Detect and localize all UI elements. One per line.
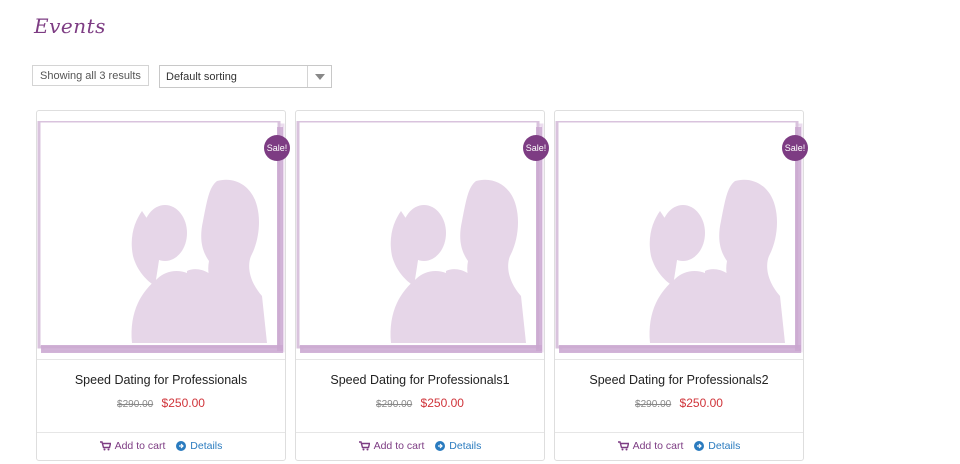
price-row: $290.00 $250.00 <box>37 396 285 410</box>
sale-badge: Sale! <box>782 135 808 161</box>
add-to-cart-button[interactable]: Add to cart <box>617 440 683 452</box>
product-title[interactable]: Speed Dating for Professionals1 <box>296 373 544 387</box>
product-actions: Add to cart Details <box>555 440 803 454</box>
cart-icon <box>99 441 111 451</box>
price-row: $290.00 $250.00 <box>296 396 544 410</box>
product-actions: Add to cart Details <box>37 440 285 454</box>
price-row: $290.00 $250.00 <box>555 396 803 410</box>
old-price: $290.00 <box>635 399 672 410</box>
divider <box>37 432 285 433</box>
details-link[interactable]: Details <box>694 440 740 452</box>
divider <box>296 432 544 433</box>
product-card[interactable]: Sale! Speed Dating for Professionals $29… <box>36 110 290 461</box>
product-image[interactable] <box>296 121 544 359</box>
cart-icon <box>358 441 370 451</box>
sale-price: $250.00 <box>161 396 205 410</box>
add-to-cart-button[interactable]: Add to cart <box>358 440 424 452</box>
sale-badge: Sale! <box>264 135 290 161</box>
divider <box>555 432 803 433</box>
product-image[interactable] <box>555 121 803 359</box>
product-card[interactable]: Sale! Speed Dating for Professionals2 $2… <box>554 110 808 461</box>
chevron-down-icon[interactable] <box>307 66 331 87</box>
arrow-circle-right-icon <box>176 441 187 451</box>
divider <box>37 359 285 360</box>
divider <box>555 359 803 360</box>
product-card[interactable]: Sale! Speed Dating for Professionals1 $2… <box>295 110 549 461</box>
old-price: $290.00 <box>376 399 413 410</box>
add-to-cart-button[interactable]: Add to cart <box>99 440 165 452</box>
details-link[interactable]: Details <box>176 440 222 452</box>
old-price: $290.00 <box>117 399 154 410</box>
product-image[interactable] <box>37 121 285 359</box>
cart-icon <box>617 441 629 451</box>
details-link[interactable]: Details <box>435 440 481 452</box>
sorting-select[interactable]: Default sorting <box>159 65 332 88</box>
result-count: Showing all 3 results <box>32 65 149 86</box>
product-title[interactable]: Speed Dating for Professionals <box>37 373 285 387</box>
page-title: Events <box>34 14 106 38</box>
sorting-select-value: Default sorting <box>166 70 237 83</box>
sale-price: $250.00 <box>420 396 464 410</box>
sale-price: $250.00 <box>679 396 723 410</box>
product-title[interactable]: Speed Dating for Professionals2 <box>555 373 803 387</box>
product-actions: Add to cart Details <box>296 440 544 454</box>
divider <box>296 359 544 360</box>
sale-badge: Sale! <box>523 135 549 161</box>
arrow-circle-right-icon <box>694 441 705 451</box>
arrow-circle-right-icon <box>435 441 446 451</box>
